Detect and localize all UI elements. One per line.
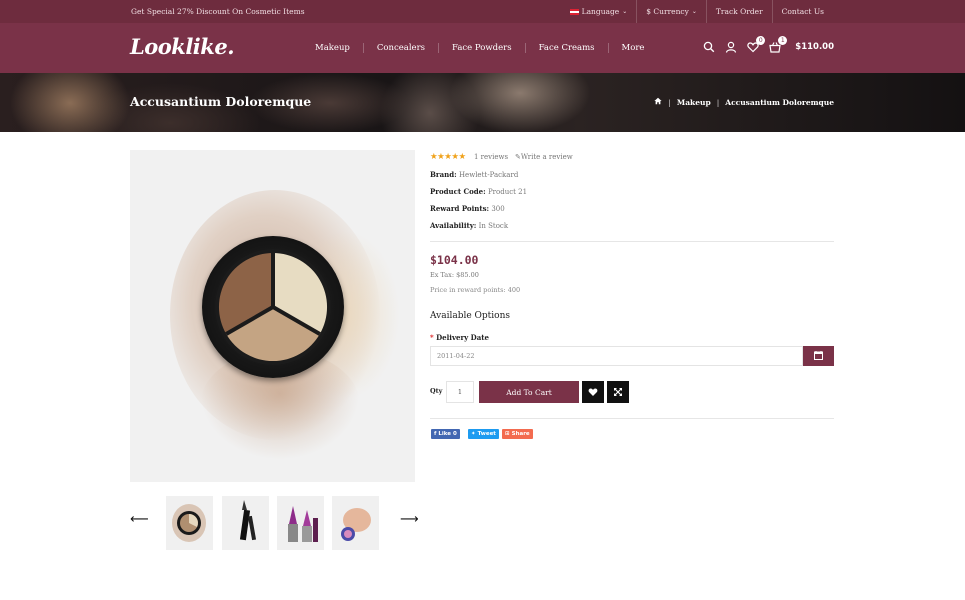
top-bar: Get Special 27% Discount On Cosmetic Ite…	[0, 0, 965, 23]
tweet-button[interactable]: ✦ Tweet	[468, 429, 499, 439]
chevron-down-icon: ⌄	[622, 8, 628, 15]
language-label: Language	[581, 7, 620, 16]
spec-product-code: Product Code: Product 21	[430, 187, 527, 196]
product-main-image[interactable]	[130, 150, 415, 482]
breadcrumb-separator: |	[716, 97, 720, 107]
expand-arrows-icon	[614, 388, 622, 396]
chevron-down-icon: ⌄	[691, 8, 697, 15]
delivery-date-text: Delivery Date	[436, 333, 489, 342]
wishlist-heart-icon[interactable]: 0	[747, 36, 766, 53]
add-to-wishlist-button[interactable]	[582, 381, 604, 403]
spec-availability: Availability: In Stock	[430, 221, 508, 230]
spec-value: Product 21	[487, 188, 528, 196]
spec-value: In Stock	[478, 222, 509, 230]
flag-icon	[569, 8, 579, 15]
divider	[430, 418, 834, 419]
page-banner: Accusantium Doloremque | Makeup | Accusa…	[0, 73, 965, 132]
twitter-icon: ✦	[471, 431, 476, 437]
spec-label: Reward Points:	[430, 204, 490, 213]
calendar-icon	[814, 351, 823, 360]
track-order-link[interactable]: Track Order	[705, 0, 772, 23]
spec-value: 300	[491, 205, 505, 213]
like-label: Like 0	[438, 431, 457, 437]
home-icon[interactable]	[654, 97, 662, 107]
breadcrumb-item-makeup[interactable]: Makeup	[677, 98, 711, 107]
currency-dropdown[interactable]: $ Currency ⌄	[636, 0, 706, 23]
compare-button[interactable]	[607, 381, 629, 403]
nav-item-face-creams[interactable]: Face Creams	[524, 43, 608, 53]
write-review-label: Write a review	[520, 153, 573, 161]
logo[interactable]: Looklike.	[130, 34, 235, 59]
nav-item-face-powders[interactable]: Face Powders	[438, 43, 525, 53]
cart-total[interactable]: $110.00	[795, 42, 834, 52]
ex-tax-price: Ex Tax: $85.00	[430, 271, 479, 279]
write-review-link[interactable]: ✎Write a review	[515, 153, 573, 161]
spec-label: Availability:	[430, 221, 477, 230]
facebook-icon: f	[434, 431, 437, 437]
breadcrumb-separator: |	[668, 97, 671, 107]
spec-reward-points: Reward Points: 300	[430, 204, 505, 213]
add-to-cart-button[interactable]: Add To Cart	[479, 381, 579, 403]
calendar-button[interactable]	[803, 346, 834, 366]
spec-value[interactable]: Hewlett-Packard	[459, 171, 518, 179]
language-dropdown[interactable]: Language ⌄	[561, 0, 637, 23]
divider	[430, 241, 834, 242]
main-nav: Makeup Concealers Face Powders Face Crea…	[302, 43, 657, 53]
share-button[interactable]: ⊞ Share	[502, 429, 533, 439]
thumbnail-lipstick[interactable]	[277, 496, 324, 550]
cart-basket-icon[interactable]: 1	[769, 36, 788, 53]
thumbnail-carousel: ⟵ ⟶	[130, 496, 420, 550]
prev-arrow-icon[interactable]: ⟵	[130, 512, 149, 527]
reward-points-price: Price in reward points: 400	[430, 286, 521, 294]
delivery-date-field[interactable]	[430, 346, 803, 366]
nav-item-makeup[interactable]: Makeup	[302, 43, 363, 53]
reviews-link[interactable]: 1 reviews	[474, 153, 508, 161]
top-bar-links: Language ⌄ $ Currency ⌄ Track Order Cont…	[561, 0, 833, 23]
currency-label: $ Currency	[646, 7, 689, 16]
main-header: Looklike. Makeup Concealers Face Powders…	[0, 23, 965, 73]
next-arrow-icon[interactable]: ⟶	[400, 512, 419, 527]
spec-brand: Brand: Hewlett-Packard	[430, 170, 518, 179]
required-asterisk: *	[430, 333, 434, 342]
header-actions: 0 1 $110.00	[703, 36, 834, 53]
wishlist-count-badge: 0	[756, 36, 766, 45]
spec-label: Product Code:	[430, 187, 486, 196]
nav-item-concealers[interactable]: Concealers	[362, 43, 438, 53]
thumbnail-eyeshadow[interactable]	[166, 496, 213, 550]
quantity-input[interactable]	[446, 381, 474, 403]
product-price: $104.00	[430, 253, 479, 267]
cart-count-badge: 1	[778, 36, 788, 45]
thumbnail-powder[interactable]	[332, 496, 379, 550]
facebook-like-button[interactable]: f Like 0	[431, 429, 460, 439]
qty-label: Qty	[430, 387, 443, 395]
heart-icon	[588, 388, 598, 396]
eyeshadow-compact-image	[202, 236, 344, 378]
breadcrumb: | Makeup | Accusantium Doloremque	[654, 97, 834, 107]
tweet-label: Tweet	[477, 431, 496, 437]
nav-item-more[interactable]: More	[607, 43, 658, 53]
share-label: Share	[511, 431, 530, 437]
share-icon: ⊞	[505, 431, 510, 437]
promo-text: Get Special 27% Discount On Cosmetic Ite…	[131, 7, 305, 16]
spec-label: Brand:	[430, 170, 457, 179]
user-icon[interactable]	[725, 41, 737, 53]
contact-us-link[interactable]: Contact Us	[771, 0, 833, 23]
search-icon[interactable]	[703, 41, 715, 53]
available-options-heading: Available Options	[430, 311, 511, 321]
page-title: Accusantium Doloremque	[130, 94, 312, 109]
thumbnail-eyeliner[interactable]	[222, 496, 269, 550]
delivery-date-label: * Delivery Date	[430, 333, 489, 342]
rating-stars: ★★★★★	[430, 152, 466, 162]
breadcrumb-item-current: Accusantium Doloremque	[725, 97, 834, 107]
